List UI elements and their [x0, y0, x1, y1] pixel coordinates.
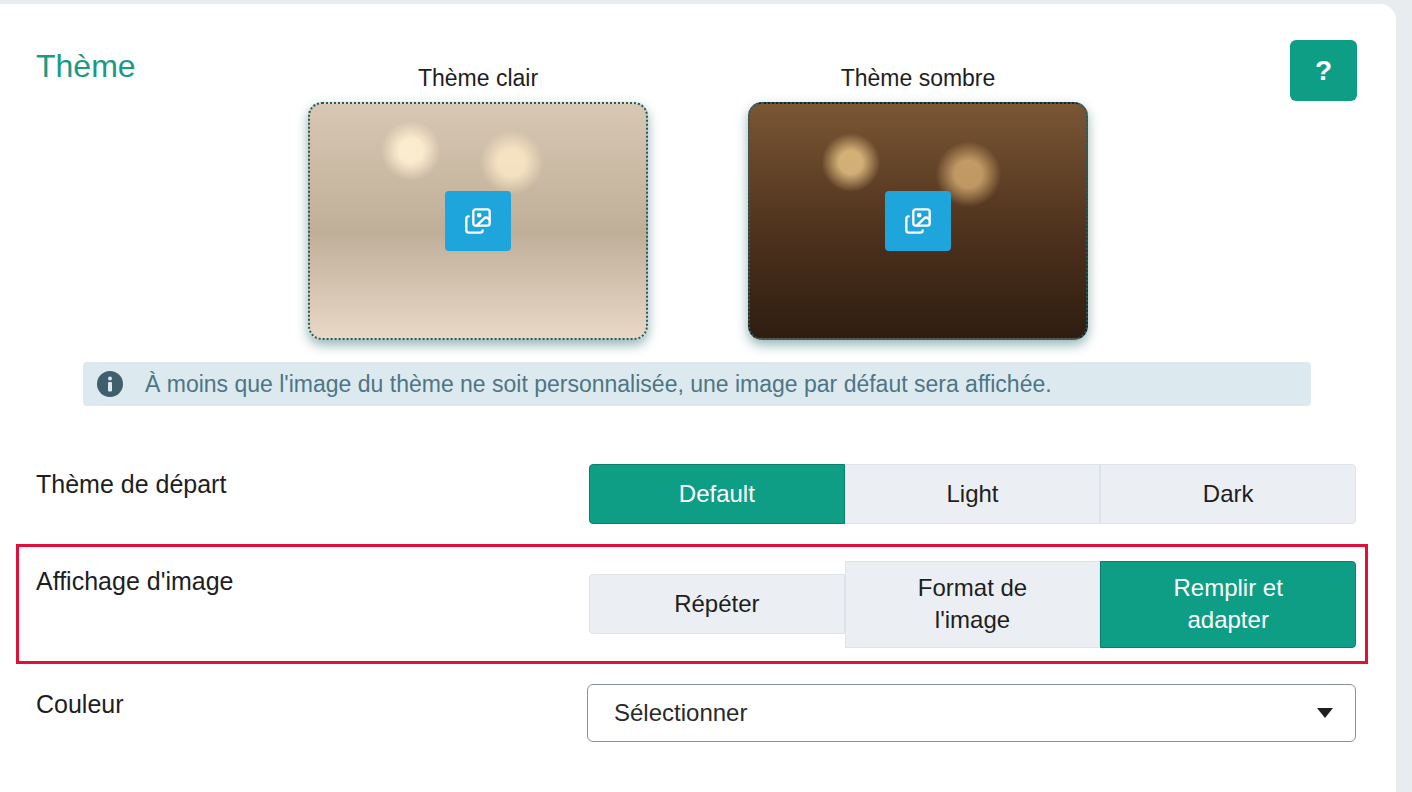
- theme-preview: Thème clair: [308, 64, 648, 340]
- setting-row: Thème de départDefaultLightDark: [16, 461, 1368, 527]
- segment-button[interactable]: Format de l'image: [845, 561, 1101, 648]
- theme-previews: Thème clair Thème sombre: [308, 64, 1088, 340]
- theme-preview: Thème sombre: [748, 64, 1088, 340]
- info-text: À moins que l'image du thème ne soit per…: [145, 371, 1052, 398]
- setting-row: Affichage d'imageRépéterFormat de l'imag…: [16, 544, 1368, 664]
- images-icon: [464, 207, 492, 235]
- segment-button[interactable]: Light: [845, 464, 1101, 524]
- segment-button[interactable]: Remplir et adapter: [1100, 561, 1356, 648]
- choose-image-button[interactable]: [445, 191, 511, 251]
- caret-down-icon: [1317, 708, 1333, 718]
- theme-header: Thème Thème clair Thème sombre?: [36, 40, 1357, 340]
- select-value: Sélectionner: [614, 699, 747, 727]
- info-bar: À moins que l'image du thème ne soit per…: [83, 362, 1311, 406]
- color-select[interactable]: Sélectionner: [587, 684, 1356, 742]
- segmented-control: DefaultLightDark: [589, 464, 1356, 524]
- settings-list: Thème de départDefaultLightDark Affichage…: [16, 461, 1368, 745]
- segmented-control: RépéterFormat de l'imageRemplir et adapt…: [589, 561, 1356, 648]
- segment-button[interactable]: Dark: [1100, 464, 1356, 524]
- setting-label: Affichage d'image: [36, 561, 589, 595]
- preview-label: Thème clair: [418, 64, 538, 92]
- preview-image[interactable]: [748, 102, 1088, 340]
- choose-image-button[interactable]: [885, 191, 951, 251]
- preview-label: Thème sombre: [841, 64, 996, 92]
- setting-row: Couleur Sélectionner: [16, 681, 1368, 745]
- section-title: Thème: [36, 48, 308, 85]
- images-icon: [904, 207, 932, 235]
- help-button[interactable]: ?: [1290, 40, 1357, 101]
- info-icon: [97, 371, 123, 397]
- segment-button[interactable]: Default: [589, 464, 845, 524]
- preview-image[interactable]: [308, 102, 648, 340]
- segment-button[interactable]: Répéter: [589, 574, 845, 634]
- setting-label: Thème de départ: [36, 464, 589, 498]
- setting-label: Couleur: [36, 684, 589, 718]
- theme-card: Thème Thème clair Thème sombre? À moins que…: [0, 4, 1396, 792]
